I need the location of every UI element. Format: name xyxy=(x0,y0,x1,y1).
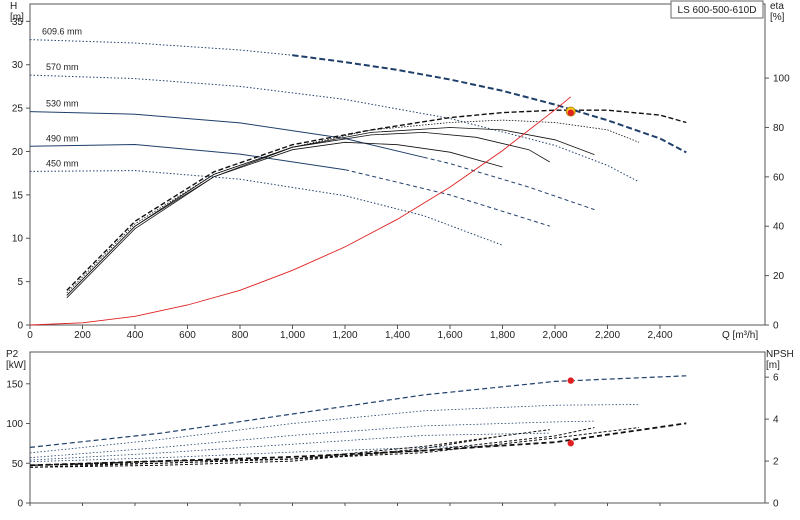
x-tick-label: 1,000 xyxy=(280,330,305,341)
head-curve-label: 609.6 mm xyxy=(42,27,82,37)
y2-tick-label: 100 xyxy=(773,74,790,85)
efficiency-curve xyxy=(66,131,551,296)
head-curve xyxy=(29,39,293,56)
model-label: LS 600-500-610D xyxy=(678,5,757,16)
head-efficiency-panel: 0 200 400 600 800 1,000 1,200 1,400 1,600 1,800 2,… xyxy=(10,1,790,341)
x-tick-label: 0 xyxy=(27,330,33,341)
head-curve-label: 450 mm xyxy=(46,158,79,168)
y-tick-label: 10 xyxy=(12,234,24,245)
pump-performance-chart: 0 200 400 600 800 1,000 1,200 1,400 1,600 1,800 2,… xyxy=(6,0,794,510)
x-tick-label: 2,400 xyxy=(647,330,672,341)
y-axis-label: H [m] xyxy=(10,1,24,23)
y-tick-label: 5 xyxy=(17,277,23,288)
power-curve xyxy=(29,404,640,454)
efficiency-curve xyxy=(66,109,687,291)
head-curve xyxy=(29,74,640,183)
head-curve xyxy=(423,156,595,211)
y-tick-label: 25 xyxy=(12,104,24,115)
efficiency-curve xyxy=(66,127,595,296)
x-tick-label: 2,200 xyxy=(595,330,620,341)
duty-point-npsh-marker xyxy=(567,440,574,447)
x-tick-label: 1,600 xyxy=(437,330,462,341)
y-tick-label: 20 xyxy=(12,147,24,158)
x-tick-label: 1,800 xyxy=(490,330,515,341)
npsh-curve xyxy=(29,429,550,468)
head-curve-label: 570 mm xyxy=(46,62,79,72)
model-label-box: LS 600-500-610D xyxy=(670,0,764,19)
y2-axis-label: NPSH [m] xyxy=(766,349,794,371)
power-npsh-panel: 0 50 100 150 0 2 4 6 P2 [kW] NPSH [m] xyxy=(6,349,794,510)
y-tick-label: 50 xyxy=(12,459,24,470)
y-tick-label: 15 xyxy=(12,190,24,201)
y2-tick-label: 60 xyxy=(773,172,785,183)
head-curve-label: 490 mm xyxy=(46,133,79,143)
y2-tick-label: 80 xyxy=(773,123,785,134)
y2-tick-label: 2 xyxy=(773,457,779,468)
head-curve xyxy=(29,170,503,246)
y2-tick-label: 0 xyxy=(773,321,779,332)
y2-tick-label: 40 xyxy=(773,222,785,233)
power-curve xyxy=(29,375,687,448)
x-tick-label: 1,200 xyxy=(332,330,357,341)
head-curve xyxy=(344,169,550,227)
y2-tick-label: 6 xyxy=(773,373,779,384)
x-axis-label: Q [m³/h] xyxy=(722,330,758,341)
x-tick-label: 200 xyxy=(74,330,91,341)
y2-tick-label: 0 xyxy=(773,499,779,510)
system-curve xyxy=(29,96,572,326)
duty-point-eta-marker xyxy=(567,109,574,116)
x-tick-label: 1,400 xyxy=(385,330,410,341)
y-axis-label: P2 [kW] xyxy=(6,349,26,371)
efficiency-curve xyxy=(66,141,503,299)
top-plot-frame xyxy=(29,3,766,326)
y2-axis-label: eta [%] xyxy=(770,1,785,23)
y-tick-label: 150 xyxy=(6,379,23,390)
y-tick-label: 0 xyxy=(17,321,23,332)
x-tick-label: 600 xyxy=(179,330,196,341)
x-tick-label: 800 xyxy=(232,330,249,341)
duty-point-power-marker xyxy=(567,377,574,384)
head-curve-label: 530 mm xyxy=(46,99,79,109)
y-tick-label: 30 xyxy=(12,60,24,71)
x-tick-label: 2,000 xyxy=(542,330,567,341)
x-tick-label: 400 xyxy=(127,330,144,341)
y-tick-label: 0 xyxy=(17,499,23,510)
y2-tick-label: 20 xyxy=(773,271,785,282)
y2-tick-label: 4 xyxy=(773,415,779,426)
head-curve xyxy=(29,111,424,158)
y-tick-label: 100 xyxy=(6,419,23,430)
power-curve xyxy=(29,420,595,459)
